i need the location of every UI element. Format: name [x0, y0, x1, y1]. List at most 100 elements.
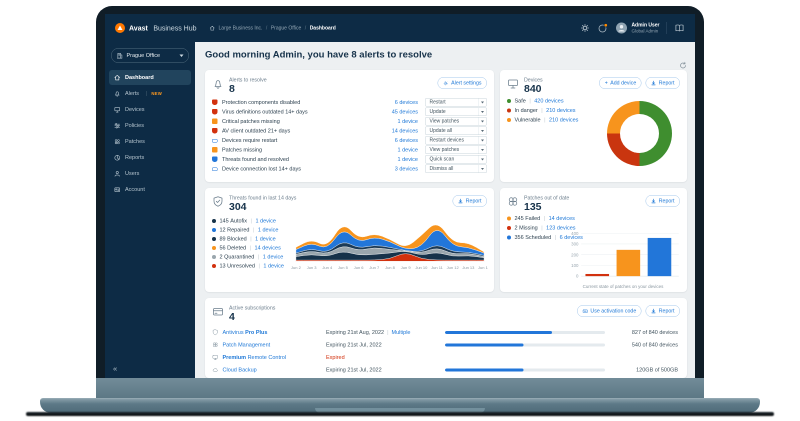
report-button[interactable]: Report	[453, 195, 487, 207]
breadcrumb-item[interactable]: Large Business Inc.	[219, 25, 263, 31]
subscription-name-link[interactable]: Antivirus Pro Plus	[212, 329, 326, 336]
use-activation-code-button[interactable]: Use activation code	[577, 305, 642, 317]
gear-icon[interactable]	[579, 23, 590, 34]
knowledge-book-icon[interactable]	[674, 23, 685, 34]
subscription-name-link[interactable]: Premium Remote Control	[212, 354, 326, 361]
legend-dot	[212, 219, 216, 223]
sidebar-item-policies[interactable]: Policies	[109, 118, 191, 133]
breadcrumb-item[interactable]: Prague Office	[271, 25, 301, 31]
download-icon	[651, 199, 656, 204]
devices-count: 840	[524, 84, 543, 95]
report-button[interactable]: Report	[646, 77, 680, 89]
subscription-name-link[interactable]: Cloud Backup	[212, 367, 326, 374]
breadcrumb-separator: /	[305, 25, 306, 31]
legend-devices-link[interactable]: 14 devices	[549, 216, 575, 222]
multiple-link[interactable]: Multiple	[392, 329, 411, 335]
button-label: Use activation code	[590, 308, 636, 314]
alert-action-select[interactable]: View patches	[425, 117, 487, 126]
legend-dot	[212, 264, 216, 268]
sidebar-item-account[interactable]: Account	[109, 182, 191, 197]
chevron-down-icon	[478, 118, 487, 126]
subscription-progress-bar	[445, 368, 605, 371]
laptop-screen-chin	[96, 378, 704, 398]
alert-severity-icon	[212, 128, 218, 134]
legend-devices-link[interactable]: 1 device	[258, 227, 278, 233]
legend-devices-link[interactable]: 1 device	[255, 236, 275, 242]
legend-devices-link[interactable]: 1 device	[263, 254, 283, 260]
alert-action-select[interactable]: View patches	[425, 146, 487, 155]
legend-dot	[507, 217, 511, 221]
user-menu[interactable]: Admin User Global Admin	[615, 22, 659, 34]
patches-bar-chart: 4003002001000 Current state of patches o…	[564, 230, 682, 289]
alert-devices-link[interactable]: 45 devices	[372, 109, 418, 115]
alert-action-select[interactable]: Restart devices	[425, 136, 487, 145]
plus-icon: +	[605, 80, 608, 86]
office-selector[interactable]: Prague Office	[111, 48, 189, 63]
sidebar-item-reports[interactable]: Reports	[109, 150, 191, 165]
report-button[interactable]: Report	[646, 195, 680, 207]
alert-row: Threats found and resolved 1 device Quic…	[212, 155, 487, 165]
alert-severity-icon	[212, 109, 218, 115]
alert-severity-icon	[212, 119, 218, 125]
button-label: Report	[466, 198, 482, 204]
alert-devices-link[interactable]: 6 devices	[372, 137, 418, 143]
main-content: Good morning Admin, you have 8 alerts to…	[195, 42, 695, 378]
threats-area-chart: Jun 2Jun 3Jun 4Jun 5Jun 6Jun 7Jun 8Jun 9…	[291, 214, 488, 276]
sidebar-item-label: Policies	[125, 123, 144, 129]
notifications-icon[interactable]	[597, 23, 608, 34]
svg-text:Jun 5: Jun 5	[338, 265, 349, 270]
alert-devices-link[interactable]: 3 devices	[372, 166, 418, 172]
subscription-name-link[interactable]: Patch Management	[212, 342, 326, 349]
add-device-button[interactable]: +Add device	[599, 77, 642, 89]
threats-card: Threats found in last 14 days 304 Report	[205, 188, 494, 292]
legend-item: 89 Blocked|1 device	[212, 236, 290, 242]
refresh-icon[interactable]	[679, 62, 687, 70]
app-viewport: Avast Business Hub Large Business Inc. /…	[105, 14, 695, 378]
chart-caption: Current state of patches on your devices	[564, 284, 682, 289]
legend-dot	[507, 118, 511, 122]
svg-text:0: 0	[576, 274, 579, 279]
subscription-status: Expiring 21st Aug, 2022|Multiple	[326, 329, 445, 335]
sidebar-item-dashboard[interactable]: Dashboard	[109, 70, 191, 85]
legend-devices-link[interactable]: 210 devices	[546, 108, 575, 114]
alert-action-select[interactable]: Update	[425, 108, 487, 117]
patches-icon	[507, 196, 519, 208]
alert-devices-link[interactable]: 1 device	[372, 118, 418, 124]
bell-icon	[114, 90, 121, 97]
svg-text:Jun 9: Jun 9	[401, 265, 412, 270]
sidebar-item-users[interactable]: Users	[109, 166, 191, 181]
legend-devices-link[interactable]: 14 devices	[255, 245, 281, 251]
legend-devices-link[interactable]: 210 devices	[549, 117, 578, 123]
report-button[interactable]: Report	[646, 305, 680, 317]
alert-devices-link[interactable]: 1 device	[372, 147, 418, 153]
office-selector-label: Prague Office	[127, 53, 161, 59]
legend-dot	[507, 99, 511, 103]
subscription-progress-bar	[445, 343, 605, 346]
sidebar-item-patches[interactable]: Patches	[109, 134, 191, 149]
shield-check-icon	[212, 196, 224, 208]
alert-action-select[interactable]: Quick scan	[425, 155, 487, 164]
alert-devices-link[interactable]: 1 device	[372, 156, 418, 162]
legend-item: 145 Autofix|1 device	[212, 218, 290, 224]
alert-label: Patches missing	[222, 147, 372, 153]
avast-logo[interactable]: Avast Business Hub	[115, 23, 197, 33]
legend-devices-link[interactable]: 1 device	[255, 218, 275, 224]
card-title: Active subscriptions	[229, 305, 275, 311]
sidebar-item-devices[interactable]: Devices	[109, 102, 191, 117]
svg-text:Jun 4: Jun 4	[322, 265, 333, 270]
sidebar-item-alerts[interactable]: Alerts | NEW	[109, 86, 191, 101]
alert-settings-button[interactable]: Alert settings	[438, 77, 487, 89]
alert-severity-icon	[212, 147, 218, 153]
alert-action-select[interactable]: Dismiss all	[425, 165, 487, 174]
alert-devices-link[interactable]: 6 devices	[372, 99, 418, 105]
threats-count: 304	[229, 202, 296, 213]
sidebar-collapse-button[interactable]: «	[113, 365, 117, 374]
alert-action-select[interactable]: Update all	[425, 127, 487, 136]
legend-devices-link[interactable]: 420 devices	[534, 98, 563, 104]
credit-card-icon	[212, 306, 224, 318]
alert-row: Virus definitions outdated 14+ days 45 d…	[212, 107, 487, 117]
legend-devices-link[interactable]: 1 device	[263, 263, 283, 269]
svg-text:Jun 10: Jun 10	[415, 265, 428, 270]
alert-action-select[interactable]: Restart	[425, 98, 487, 107]
alert-devices-link[interactable]: 14 devices	[372, 128, 418, 134]
